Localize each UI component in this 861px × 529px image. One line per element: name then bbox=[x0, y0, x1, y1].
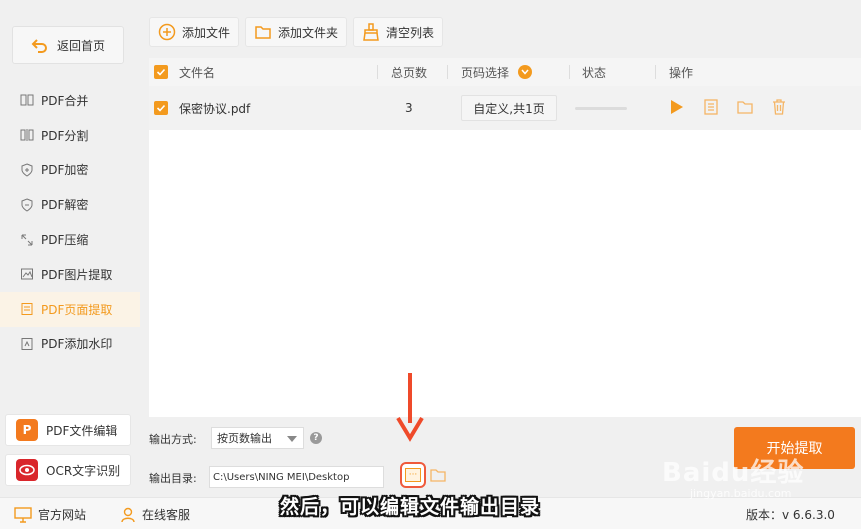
image-icon bbox=[19, 266, 35, 282]
sidebar-item-label: PDF压缩 bbox=[41, 233, 89, 248]
back-home-button[interactable]: 返回首页 bbox=[12, 26, 124, 64]
output-mode-value: 按页数输出 bbox=[217, 432, 272, 445]
chevron-down-icon[interactable] bbox=[518, 65, 532, 79]
add-folder-label: 添加文件夹 bbox=[278, 25, 339, 40]
more-dots-icon: ··· bbox=[405, 468, 421, 482]
header-divider bbox=[377, 65, 378, 79]
sidebar-item-label: PDF分割 bbox=[41, 128, 89, 143]
back-arrow-icon bbox=[31, 39, 47, 53]
header-page-select: 页码选择 bbox=[461, 65, 510, 80]
pdf-edit-button[interactable]: P PDF文件编辑 bbox=[5, 414, 131, 446]
dropdown-caret-icon bbox=[287, 436, 297, 442]
sidebar-item-image-extract[interactable]: PDF图片提取 bbox=[0, 257, 140, 292]
add-file-label: 添加文件 bbox=[182, 25, 231, 40]
table-row[interactable]: 保密协议.pdf 3 自定义,共1页 bbox=[149, 86, 861, 130]
header-filename: 文件名 bbox=[179, 65, 216, 80]
file-table: 文件名 总页数 页码选择 状态 操作 保密协议.pdf 3 自定义,共1页 bbox=[149, 58, 861, 417]
add-folder-button[interactable]: 添加文件夹 bbox=[245, 17, 348, 47]
nav-list: PDF合并 PDF分割 PDF加密 PDF解密 PDF压缩 PDF图片提取 PD… bbox=[0, 83, 140, 361]
sidebar-item-merge[interactable]: PDF合并 bbox=[0, 83, 140, 118]
output-mode-label: 输出方式: bbox=[149, 433, 197, 446]
sidebar-item-label: PDF合并 bbox=[41, 93, 89, 108]
shield-plus-icon bbox=[19, 162, 35, 178]
compress-icon bbox=[19, 232, 35, 248]
page-extract-icon bbox=[19, 301, 35, 317]
sidebar-item-decrypt[interactable]: PDF解密 bbox=[0, 187, 140, 222]
annotation-arrow-icon bbox=[396, 373, 424, 442]
header-status: 状态 bbox=[582, 65, 607, 80]
row-filename: 保密协议.pdf bbox=[179, 101, 251, 116]
pdf-edit-label: PDF文件编辑 bbox=[46, 423, 118, 438]
monitor-icon bbox=[14, 506, 32, 523]
play-icon[interactable] bbox=[669, 99, 685, 115]
status-progress-bar bbox=[575, 107, 627, 110]
row-actions bbox=[669, 99, 787, 115]
online-support-link[interactable]: 在线客服 bbox=[120, 506, 190, 523]
sidebar-item-label: PDF页面提取 bbox=[41, 302, 113, 317]
broom-icon bbox=[363, 23, 379, 41]
folder-icon bbox=[255, 26, 271, 39]
sidebar-item-label: PDF添加水印 bbox=[41, 337, 113, 352]
main-panel: 添加文件 添加文件夹 清空列表 文件名 总页数 页码选择 状态 操作 保密协议.… bbox=[140, 0, 861, 497]
toolbar: 添加文件 添加文件夹 清空列表 bbox=[149, 17, 444, 47]
output-mode-select[interactable]: 按页数输出 bbox=[211, 427, 304, 449]
baidu-watermark-url: jingyan.baidu.com bbox=[690, 487, 792, 500]
browse-dir-button[interactable]: ··· bbox=[400, 462, 426, 488]
shield-icon bbox=[19, 197, 35, 213]
sidebar-item-watermark[interactable]: PDF添加水印 bbox=[0, 327, 140, 362]
help-icon[interactable]: ? bbox=[310, 432, 322, 444]
watermark-icon bbox=[19, 336, 35, 352]
header-divider bbox=[569, 65, 570, 79]
back-home-label: 返回首页 bbox=[56, 38, 105, 53]
sidebar-item-encrypt[interactable]: PDF加密 bbox=[0, 153, 140, 188]
official-site-label: 官方网站 bbox=[38, 508, 87, 522]
video-subtitle: 然后，可以编辑文件输出目录 bbox=[280, 496, 541, 518]
trash-icon[interactable] bbox=[771, 99, 787, 115]
clear-list-button[interactable]: 清空列表 bbox=[353, 17, 444, 47]
official-site-link[interactable]: 官方网站 bbox=[14, 506, 86, 523]
sidebar-item-label: PDF解密 bbox=[41, 198, 89, 213]
document-icon[interactable] bbox=[703, 99, 719, 115]
output-dir-field[interactable]: C:\Users\NING MEI\Desktop bbox=[209, 466, 384, 488]
sidebar-item-compress[interactable]: PDF压缩 bbox=[0, 222, 140, 257]
row-pages: 3 bbox=[405, 101, 413, 115]
folder-icon[interactable] bbox=[430, 468, 446, 484]
folder-open-icon[interactable] bbox=[737, 99, 753, 115]
table-header: 文件名 总页数 页码选择 状态 操作 bbox=[149, 58, 861, 86]
select-all-checkbox[interactable] bbox=[154, 65, 168, 79]
output-dir-label: 输出目录: bbox=[149, 472, 197, 485]
sidebar-item-page-extract[interactable]: PDF页面提取 bbox=[0, 291, 140, 327]
header-actions: 操作 bbox=[669, 65, 694, 80]
split-icon bbox=[19, 127, 35, 143]
row-checkbox[interactable] bbox=[154, 101, 168, 115]
ocr-button[interactable]: OCR文字识别 bbox=[5, 454, 131, 486]
sidebar-item-label: PDF图片提取 bbox=[41, 267, 113, 282]
page-select-button[interactable]: 自定义,共1页 bbox=[461, 95, 557, 121]
sidebar-item-split[interactable]: PDF分割 bbox=[0, 118, 140, 153]
version-label: 版本：v 6.6.3.0 bbox=[746, 508, 835, 522]
header-divider bbox=[447, 65, 448, 79]
pdf-edit-logo-icon: P bbox=[16, 419, 38, 441]
header-divider bbox=[655, 65, 656, 79]
sidebar: 返回首页 PDF合并 PDF分割 PDF加密 PDF解密 PDF压缩 PDF图片… bbox=[0, 0, 140, 497]
ocr-label: OCR文字识别 bbox=[46, 463, 121, 478]
sidebar-item-label: PDF加密 bbox=[41, 163, 89, 178]
ocr-eye-icon bbox=[16, 459, 38, 481]
online-support-label: 在线客服 bbox=[142, 508, 191, 522]
add-file-button[interactable]: 添加文件 bbox=[149, 17, 240, 47]
header-pages: 总页数 bbox=[391, 65, 428, 80]
add-circle-icon bbox=[158, 23, 176, 41]
clear-list-label: 清空列表 bbox=[386, 25, 435, 40]
baidu-watermark: Baidu经验 bbox=[662, 458, 805, 488]
user-icon bbox=[121, 507, 135, 522]
merge-icon bbox=[19, 92, 35, 108]
